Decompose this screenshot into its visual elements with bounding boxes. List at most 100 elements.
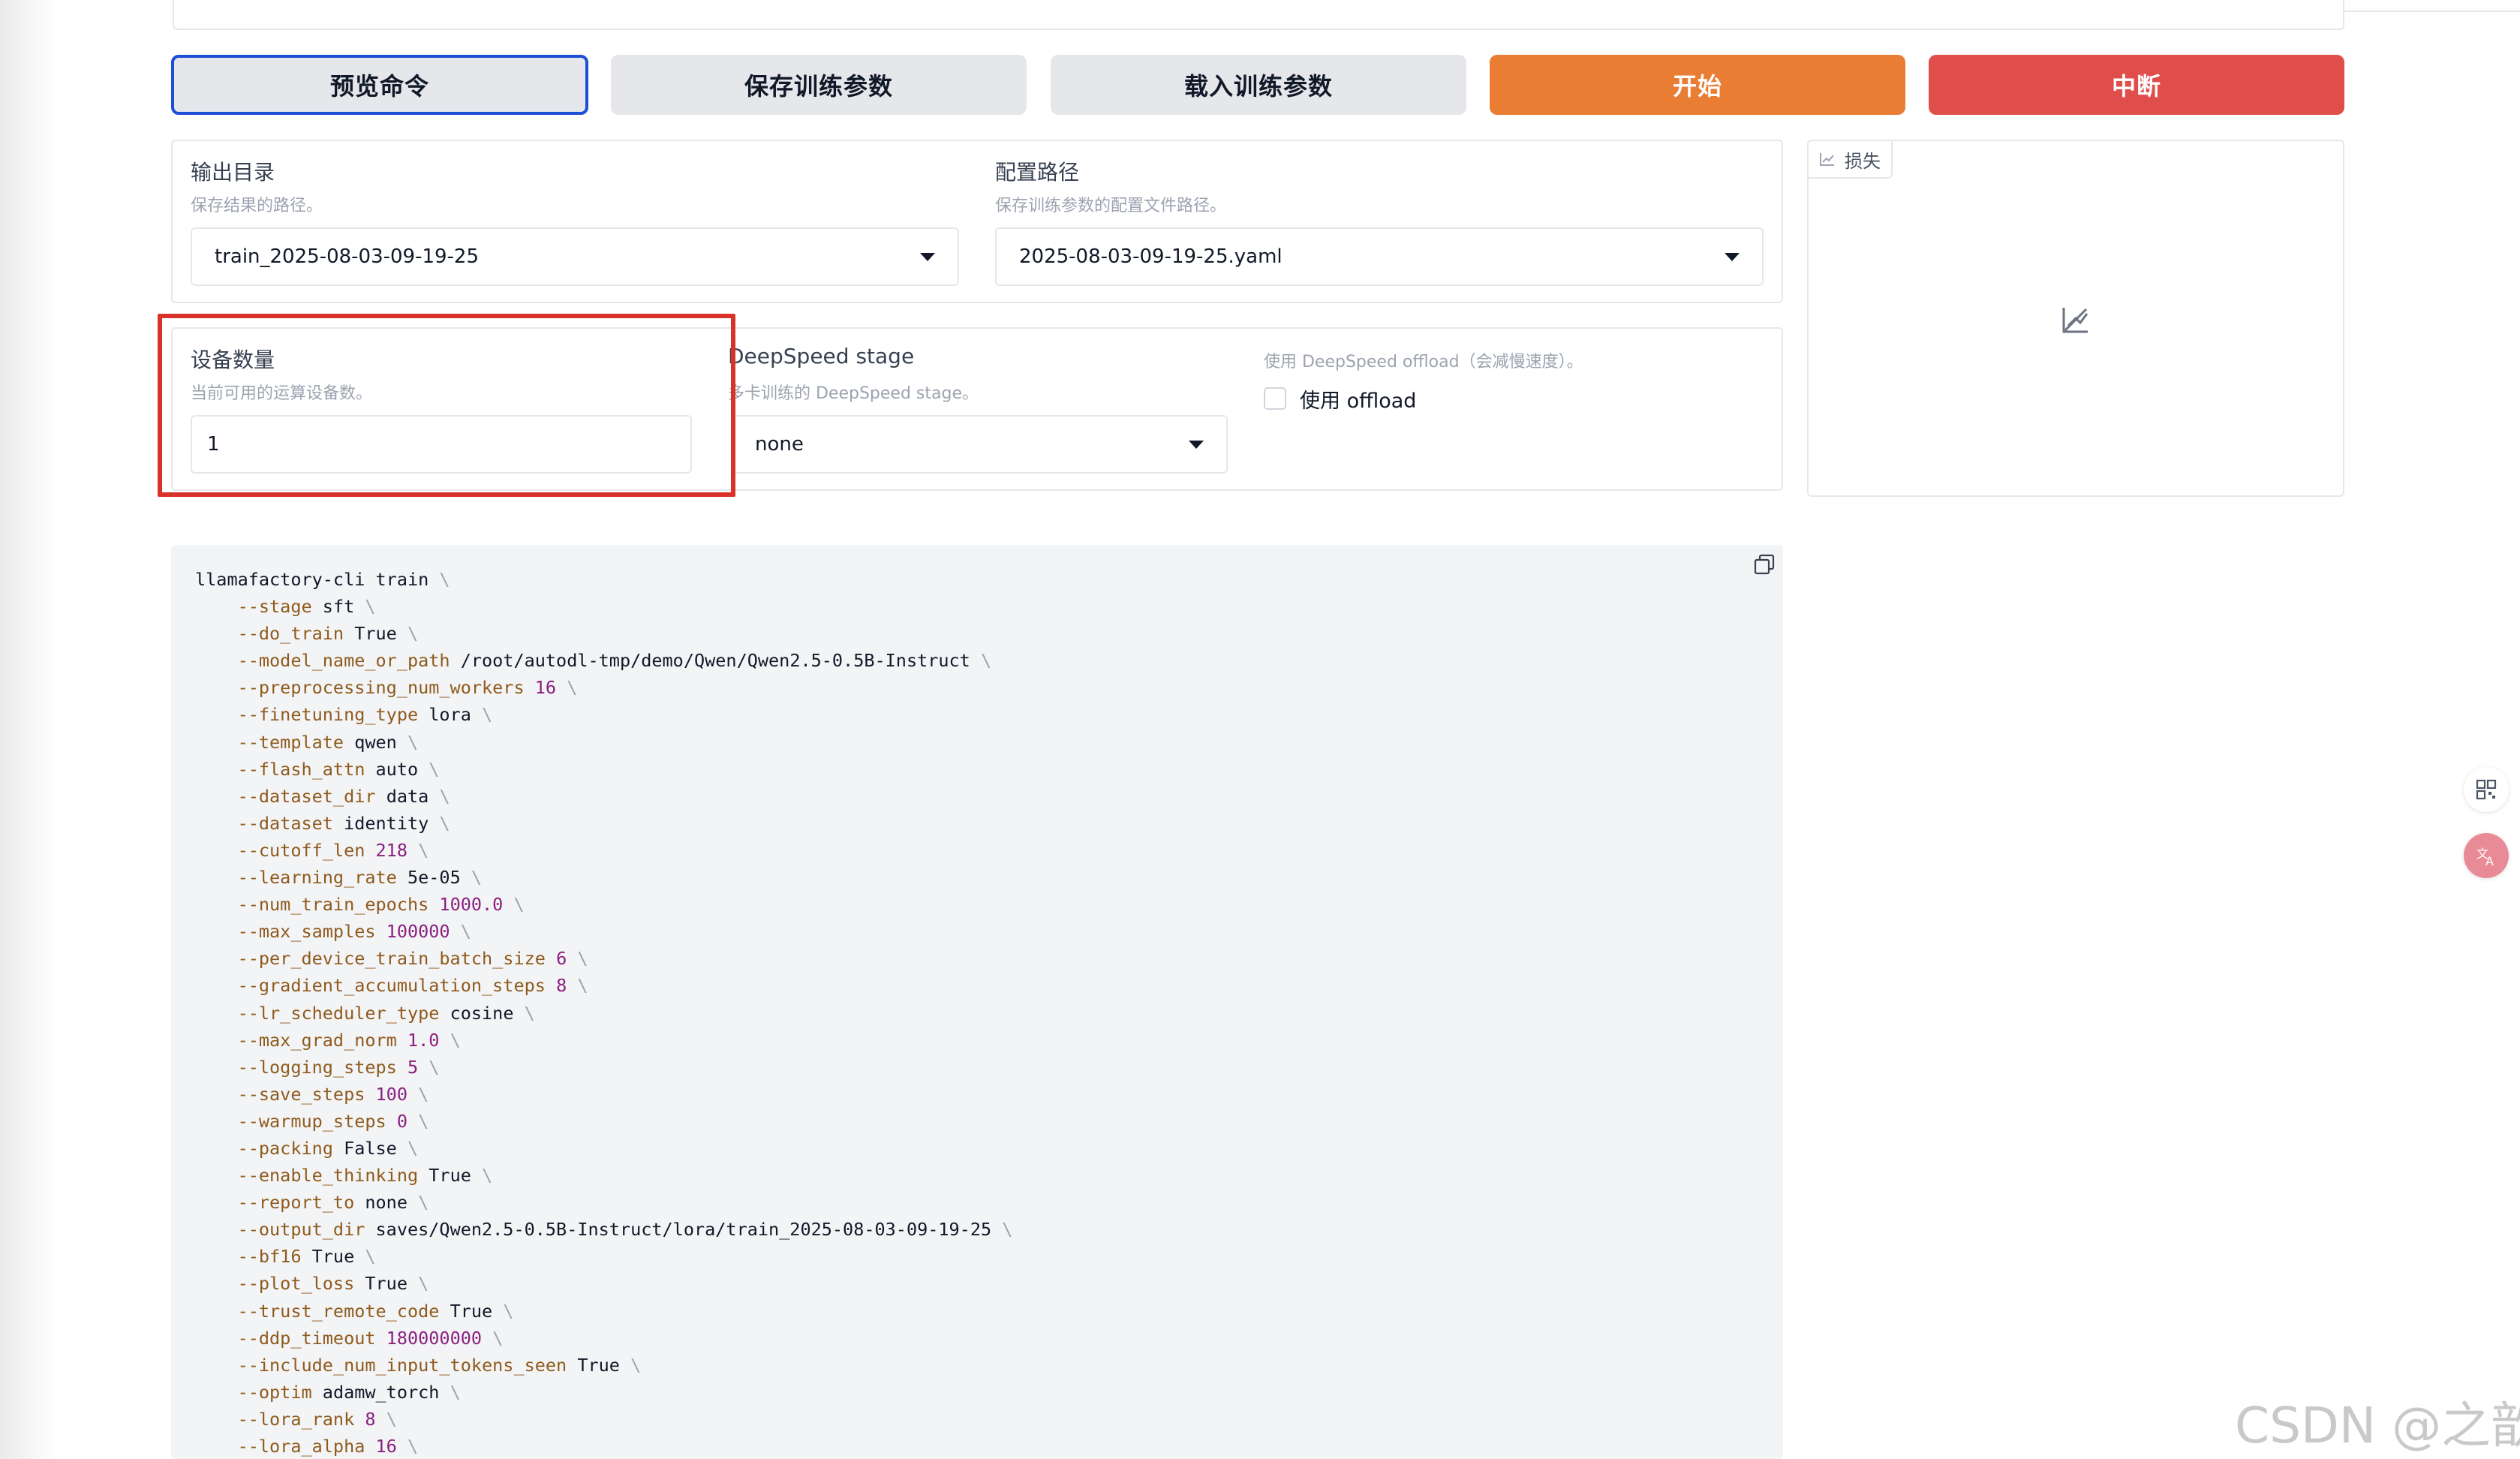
offload-label[interactable]: 使用 offload [1300, 384, 1416, 414]
command-value: sft [322, 596, 355, 618]
command-value: 8 [556, 975, 567, 997]
upper-panel-edge [173, 0, 2344, 30]
deepspeed-stage-select[interactable]: none [731, 415, 1228, 474]
line-continuation: \ [577, 948, 588, 970]
command-flag: --warmup_steps [237, 1110, 386, 1132]
command-line: --max_grad_norm 1.0 \ [195, 1030, 461, 1051]
line-continuation: \ [450, 1381, 461, 1403]
command-line: --dataset_dir data \ [195, 786, 450, 807]
chevron-down-icon [920, 252, 935, 261]
line-continuation: \ [439, 812, 450, 834]
command-flag: --lora_rank [237, 1408, 355, 1430]
command-flag: --per_device_train_batch_size [237, 948, 546, 970]
command-line: --stage sft \ [195, 596, 376, 617]
output-dir-label: 输出目录 [191, 160, 275, 185]
command-value: False [344, 1137, 397, 1159]
command-value: auto [375, 758, 419, 780]
command-line: --dataset identity \ [195, 813, 450, 834]
line-continuation: \ [365, 1246, 376, 1268]
line-continuation: \ [407, 623, 419, 645]
command-line: --report_to none \ [195, 1192, 429, 1213]
command-value: True [450, 1300, 493, 1322]
upper-rule [2344, 11, 2520, 12]
command-flag: --max_grad_norm [237, 1029, 397, 1051]
stop-button[interactable]: 中断 [1929, 55, 2344, 115]
command-flag: --output_dir [237, 1219, 365, 1241]
command-flag: --gradient_accumulation_steps [237, 975, 546, 997]
config-path-label: 配置路径 [995, 160, 1080, 185]
line-continuation: \ [365, 596, 376, 618]
chart-icon [1820, 153, 1834, 166]
command-line: --optim adamw_torch \ [195, 1382, 461, 1403]
command-flag: --dataset_dir [237, 785, 376, 807]
deepspeed-stage-value: none [755, 433, 804, 456]
line-continuation: \ [577, 975, 588, 997]
deepspeed-stage-label: DeepSpeed stage [728, 344, 915, 369]
start-button[interactable]: 开始 [1490, 55, 1905, 115]
config-path-value: 2025-08-03-09-19-25.yaml [1019, 245, 1283, 268]
command-flag: --flash_attn [237, 758, 365, 780]
command-flag: --plot_loss [237, 1273, 355, 1295]
command-line: --gradient_accumulation_steps 8 \ [195, 975, 588, 996]
line-continuation: \ [492, 1327, 504, 1349]
config-path-select[interactable]: 2025-08-03-09-19-25.yaml [995, 227, 1764, 286]
line-continuation: \ [418, 1192, 429, 1214]
command-line: --per_device_train_batch_size 6 \ [195, 948, 588, 969]
line-continuation: \ [418, 1083, 429, 1105]
command-flag: --enable_thinking [237, 1165, 419, 1187]
command-line: --logging_steps 5 \ [195, 1057, 440, 1078]
load-args-button[interactable]: 载入训练参数 [1051, 55, 1466, 115]
line-continuation: \ [471, 867, 483, 889]
command-flag: --packing [237, 1137, 333, 1159]
qr-code-button[interactable] [2464, 767, 2509, 812]
command-flag: --stage [237, 596, 312, 618]
command-line: --save_steps 100 \ [195, 1084, 429, 1105]
command-value: cosine [450, 1002, 514, 1024]
command-line: llamafactory-cli train \ [195, 569, 450, 590]
line-continuation: \ [981, 650, 992, 672]
output-dir-info: 保存结果的路径。 [191, 197, 323, 215]
command-value: 1.0 [407, 1029, 440, 1051]
highlight-box [158, 314, 735, 497]
line-continuation: \ [407, 1137, 419, 1159]
copy-icon[interactable] [1753, 553, 1776, 576]
line-continuation: \ [407, 731, 419, 753]
command-value: 100 [375, 1083, 407, 1105]
preview-command-button[interactable]: 预览命令 [171, 55, 588, 115]
command-value: qwen [354, 731, 397, 753]
loss-plot-label: 损失 [1845, 150, 1881, 172]
command-line: --cutoff_len 218 \ [195, 840, 429, 861]
command-flag: --num_train_epochs [237, 894, 429, 916]
line-continuation: \ [450, 1029, 461, 1051]
watermark: CSDN @之歆 [2235, 1397, 2520, 1454]
chevron-down-icon [1189, 440, 1204, 449]
command-flag: --model_name_or_path [237, 650, 450, 672]
line-continuation: \ [407, 1436, 419, 1457]
offload-checkbox[interactable] [1264, 387, 1286, 410]
command-flag: --include_num_input_tokens_seen [237, 1354, 567, 1376]
svg-text:A: A [2485, 854, 2494, 868]
line-continuation: \ [482, 1165, 493, 1187]
command-line: --flash_attn auto \ [195, 758, 440, 780]
command-line: --lora_alpha 16 \ [195, 1436, 419, 1457]
translate-button[interactable]: 文 A [2464, 833, 2509, 878]
command-value: True [365, 1273, 407, 1295]
save-args-button[interactable]: 保存训练参数 [611, 55, 1027, 115]
command-value: True [354, 623, 397, 645]
command-head: llamafactory-cli train [195, 569, 429, 590]
command-line: --do_train True \ [195, 623, 419, 645]
command-value: none [365, 1192, 407, 1214]
line-continuation: \ [513, 894, 525, 916]
command-line: --lr_scheduler_type cosine \ [195, 1003, 535, 1024]
command-value: 100000 [386, 921, 450, 943]
command-line: --warmup_steps 0 \ [195, 1111, 429, 1132]
command-line: --enable_thinking True \ [195, 1165, 493, 1187]
command-line: --packing False \ [195, 1137, 419, 1159]
translate-icon: 文 A [2476, 847, 2494, 868]
deepspeed-stage-info: 多卡训练的 DeepSpeed stage。 [728, 384, 979, 403]
command-line: --lora_rank 8 \ [195, 1409, 397, 1430]
command-flag: --save_steps [237, 1083, 365, 1105]
command-value: True [577, 1354, 620, 1376]
line-continuation: \ [429, 758, 440, 780]
output-dir-select[interactable]: train_2025-08-03-09-19-25 [191, 227, 959, 286]
